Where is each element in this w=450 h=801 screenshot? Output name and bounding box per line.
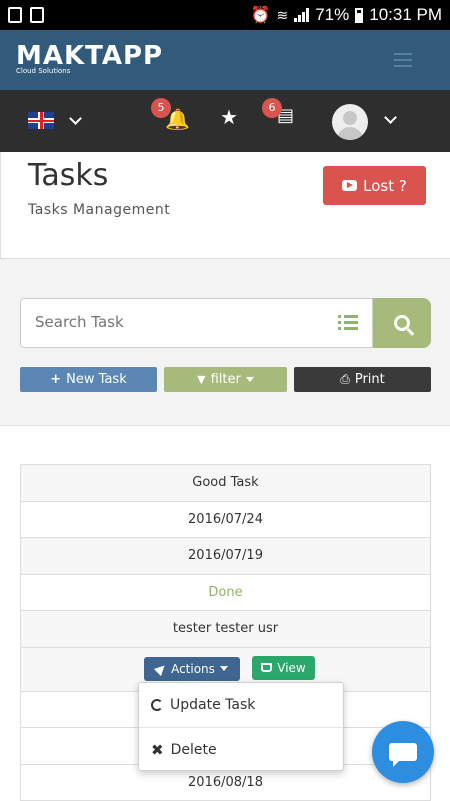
logo[interactable]: MAKTAPP Cloud Solutions [16, 45, 163, 75]
youtube-icon [342, 180, 357, 191]
task-status-cell: Done [20, 575, 431, 612]
task-name-cell: Good Task [20, 465, 431, 502]
language-chevron-down-icon[interactable] [69, 112, 82, 125]
task-assignee-cell: tester tester usr [20, 611, 431, 648]
uk-flag-icon[interactable] [28, 112, 54, 129]
signal-icon [294, 8, 309, 22]
lost-button[interactable]: Lost ? [323, 166, 426, 205]
filter-button[interactable]: ▼ filter [164, 367, 287, 392]
page-subtitle: Tasks Management [28, 202, 170, 218]
filter-label: filter [211, 372, 241, 387]
print-icon: ⎙ [340, 372, 350, 387]
chat-bubble-icon [389, 743, 417, 761]
view-button[interactable]: View [252, 656, 315, 680]
battery-icon [355, 8, 363, 23]
search-panel: + New Task ▼ filter ⎙ Print [0, 258, 450, 426]
search-icon [394, 315, 410, 331]
coffee-icon [261, 663, 272, 672]
delete-label: Delete [171, 742, 217, 758]
view-label: View [277, 661, 305, 675]
page-header: Tasks Tasks Management Lost ? [0, 152, 450, 258]
avatar[interactable] [332, 104, 368, 140]
lost-label: Lost ? [363, 177, 407, 195]
battery-percent: 71% [315, 5, 349, 25]
task-date-cell: 2016/07/24 [20, 502, 431, 539]
search-button[interactable] [373, 298, 431, 348]
location-arrow-icon [154, 661, 168, 675]
menu-icon[interactable] [394, 53, 412, 67]
caret-down-icon [220, 666, 228, 671]
star-icon[interactable]: ★ [220, 105, 238, 129]
new-task-label: New Task [66, 372, 127, 387]
search-input[interactable] [35, 313, 315, 331]
new-task-button[interactable]: + New Task [20, 367, 157, 392]
top-toolbar: 🔔 5 ★ ▤ 6 [0, 90, 450, 152]
caret-down-icon [246, 377, 254, 382]
filter-icon: ▼ [197, 373, 205, 386]
clock: 10:31 PM [369, 5, 442, 25]
user-chevron-down-icon[interactable] [384, 111, 397, 124]
times-icon: ✖ [151, 741, 164, 759]
refresh-icon [151, 699, 163, 711]
actions-dropdown: Update Task ✖ Delete [138, 682, 344, 771]
status-bar: ⏰ ≋ 71% 10:31 PM [0, 0, 450, 30]
wifi-icon: ≋ [276, 7, 288, 24]
chat-button[interactable] [372, 721, 434, 783]
page-title: Tasks [28, 158, 108, 193]
notification-badge: 5 [151, 98, 171, 118]
image-notification-icon [8, 7, 22, 23]
alarm-icon: ⏰ [251, 5, 271, 25]
list-icon[interactable] [338, 315, 358, 331]
plus-icon: + [50, 372, 61, 387]
brand-bar: MAKTAPP Cloud Solutions [0, 30, 450, 90]
update-task-item[interactable]: Update Task [139, 683, 343, 727]
delete-item[interactable]: ✖ Delete [139, 727, 343, 771]
print-button[interactable]: ⎙ Print [294, 367, 431, 392]
update-task-label: Update Task [170, 697, 255, 713]
task-date-cell: 2016/07/19 [20, 538, 431, 575]
messages-badge: 6 [262, 98, 282, 118]
print-label: Print [355, 372, 385, 387]
actions-button[interactable]: Actions [144, 657, 240, 681]
actions-label: Actions [171, 662, 215, 676]
search-box[interactable] [20, 298, 373, 348]
download-notification-icon [30, 7, 44, 23]
